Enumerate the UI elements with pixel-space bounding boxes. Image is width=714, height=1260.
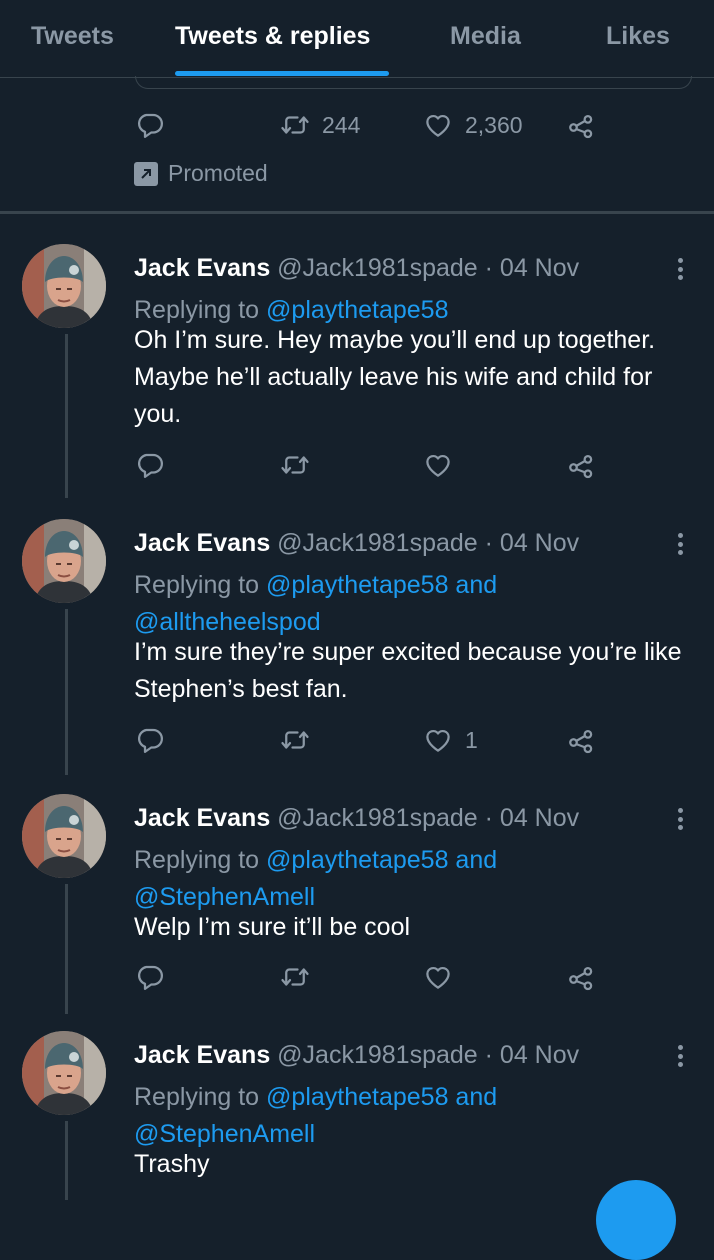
timestamp[interactable]: 04 Nov [500,1041,579,1069]
reply-icon [135,962,165,992]
handle[interactable]: @Jack1981spade [277,804,478,832]
separator: · [484,1041,493,1069]
like-icon [423,110,453,140]
profile-tabs: Tweets Tweets & replies Media Likes [0,0,714,78]
promoted-text: Promoted [168,160,268,186]
retweet-icon [280,110,310,140]
handle[interactable]: @Jack1981spade [277,1041,478,1069]
more-icon[interactable] [670,254,690,284]
share-button[interactable] [566,725,596,755]
handle[interactable]: @Jack1981spade [277,254,478,282]
thread-line [65,609,68,775]
tweet-header: Jack Evans @Jack1981spade · 04 Nov [134,529,579,558]
retweet-icon [280,450,310,480]
promoted-icon [134,161,158,186]
reply-button[interactable] [135,450,165,480]
display-name[interactable]: Jack Evans [134,1041,270,1069]
reply-button[interactable] [135,962,165,992]
timestamp[interactable]: 04 Nov [500,804,579,832]
retweet-count: 244 [322,111,361,138]
replying-prefix: Replying to [134,296,260,324]
promoted-like-button[interactable]: 2,360 [423,110,523,140]
like-button[interactable]: 1 [423,725,478,755]
replying-prefix: Replying to [134,846,260,874]
retweet-icon [280,962,310,992]
tweet-header: Jack Evans @Jack1981spade · 04 Nov [134,1041,579,1070]
like-icon [423,725,453,755]
like-button[interactable] [423,962,465,992]
section-divider [0,211,714,214]
reply-button[interactable] [135,725,165,755]
reply-mention[interactable]: @playthetape58 and [266,846,497,874]
share-icon [566,962,596,992]
reply-icon [135,110,165,140]
promoted-card-edge [135,76,692,89]
tab-likes[interactable]: Likes [606,22,670,51]
tweet-header: Jack Evans @Jack1981spade · 04 Nov [134,804,579,833]
more-icon[interactable] [670,804,690,834]
more-icon[interactable] [670,529,690,559]
replying-to: Replying to @playthetape58 and @StephenA… [134,1079,654,1153]
promoted-share-button[interactable] [566,110,596,140]
replying-prefix: Replying to [134,571,260,599]
avatar[interactable] [22,244,106,328]
retweet-button[interactable] [280,962,310,992]
timestamp[interactable]: 04 Nov [500,254,579,282]
handle[interactable]: @Jack1981spade [277,529,478,557]
tweet-text: Oh I’m sure. Hey maybe you’ll end up tog… [134,326,656,428]
thread-line [65,884,68,1014]
thread-line [65,1121,68,1200]
display-name[interactable]: Jack Evans [134,254,270,282]
reply-mention[interactable]: @playthetape58 [266,296,448,324]
tweet-text: Trashy [134,1150,210,1178]
retweet-button[interactable] [280,450,310,480]
separator: · [484,254,493,282]
tab-tweets-and-replies[interactable]: Tweets & replies [175,22,370,51]
replying-to: Replying to @playthetape58 and @allthehe… [134,567,654,641]
like-count: 1 [465,726,478,753]
share-button[interactable] [566,962,596,992]
compose-tweet-button[interactable] [596,1180,676,1260]
promoted-label: Promoted [134,160,268,187]
reply-mention[interactable]: @playthetape58 and [266,571,497,599]
reply-icon [135,450,165,480]
display-name[interactable]: Jack Evans [134,804,270,832]
like-icon [423,962,453,992]
like-button[interactable] [423,450,465,480]
reply-mention[interactable]: @alltheheelspod [134,608,321,636]
replying-prefix: Replying to [134,1083,260,1111]
tweet-header: Jack Evans @Jack1981spade · 04 Nov [134,254,579,283]
tab-media[interactable]: Media [450,22,521,51]
promoted-retweet-button[interactable]: 244 [280,110,360,140]
separator: · [484,529,493,557]
timestamp[interactable]: 04 Nov [500,529,579,557]
promoted-reply-button[interactable] [135,110,165,140]
separator: · [484,804,493,832]
replying-to: Replying to @playthetape58 and @StephenA… [134,842,654,916]
thread-line [65,334,68,498]
avatar[interactable] [22,519,106,603]
share-icon [566,725,596,755]
tab-tweets[interactable]: Tweets [31,22,114,51]
avatar[interactable] [22,794,106,878]
reply-mention[interactable]: @StephenAmell [134,1120,315,1148]
share-icon [566,110,596,140]
more-icon[interactable] [670,1041,690,1071]
avatar[interactable] [22,1031,106,1115]
reply-mention[interactable]: @playthetape58 and [266,1083,497,1111]
retweet-icon [280,725,310,755]
reply-icon [135,725,165,755]
retweet-button[interactable] [280,725,310,755]
tweet-text: Welp I’m sure it’ll be cool [134,913,411,941]
reply-mention[interactable]: @StephenAmell [134,883,315,911]
tweet-text: I’m sure they’re super excited because y… [134,638,682,703]
like-icon [423,450,453,480]
display-name[interactable]: Jack Evans [134,529,270,557]
share-icon [566,450,596,480]
share-button[interactable] [566,450,596,480]
like-count: 2,360 [465,111,523,138]
